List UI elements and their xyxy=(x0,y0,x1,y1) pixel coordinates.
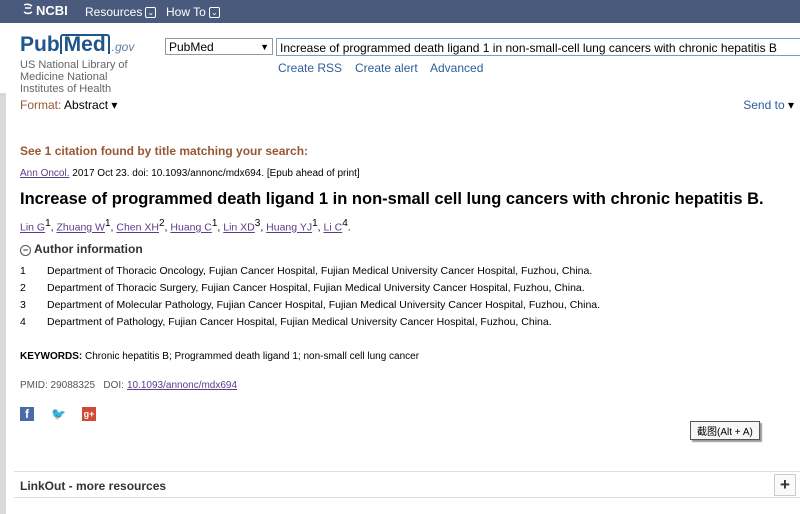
author-affiliation-number: 1 xyxy=(45,218,51,229)
journal-link[interactable]: Ann Oncol. xyxy=(20,168,69,179)
author-link[interactable]: Lin XD xyxy=(223,222,255,234)
author-information-label: Author information xyxy=(34,242,143,256)
author-information-toggle[interactable]: − Author information xyxy=(20,242,143,256)
send-to-label: Send to xyxy=(743,98,785,112)
pubmed-header: Pub Med .gov US National Library of Medici… xyxy=(0,23,800,95)
author-link[interactable]: Lin G xyxy=(20,222,45,234)
author-link[interactable]: Li C xyxy=(324,222,343,234)
linkout-label: LinkOut - more resources xyxy=(20,479,167,493)
create-rss-link[interactable]: Create RSS xyxy=(278,61,342,75)
chevron-down-icon: ⌄ xyxy=(208,7,220,18)
author-link[interactable]: Huang YJ xyxy=(266,222,312,234)
ncbi-home-link[interactable]: NCBI xyxy=(22,3,68,18)
author-affiliation-number: 1 xyxy=(104,218,111,229)
affiliation-number: 1 xyxy=(20,265,26,277)
dropdown-arrow-icon: ▼ xyxy=(260,42,269,52)
chevron-down-icon: ⌄ xyxy=(145,7,157,18)
expand-plus-icon[interactable]: + xyxy=(774,474,796,496)
keywords-label: KEYWORDS: xyxy=(20,351,83,362)
send-to-menu[interactable]: Send to ▾ xyxy=(743,98,794,112)
ncbi-top-bar: NCBI Resources ⌄ How To ⌄ xyxy=(0,0,800,23)
caret-down-icon: ▾ xyxy=(111,98,118,112)
linkout-section[interactable]: LinkOut - more resources + xyxy=(14,471,800,498)
pmid: PMID: 29088325 xyxy=(20,380,96,391)
resources-label: Resources xyxy=(85,5,143,19)
database-select[interactable]: PubMed ▼ xyxy=(165,38,273,55)
resources-menu[interactable]: Resources ⌄ xyxy=(85,5,157,19)
author-affiliation-number: 1 xyxy=(211,218,218,229)
affiliation-text: Department of Molecular Pathology, Fujia… xyxy=(47,299,601,311)
howto-label: How To xyxy=(166,5,206,19)
affiliation-number: 3 xyxy=(20,299,26,311)
affiliation-text: Department of Thoracic Oncology, Fujian … xyxy=(47,265,593,277)
screenshot-tooltip: 截图(Alt + A) xyxy=(690,421,760,440)
logo-pub: Pub xyxy=(20,33,60,56)
format-label: Format: xyxy=(20,98,62,112)
caret-down-icon: ▾ xyxy=(787,98,794,112)
pubmed-logo[interactable]: Pub Med .gov xyxy=(20,33,134,57)
author-affiliation-number: 1 xyxy=(312,218,318,229)
collapse-icon: − xyxy=(20,245,31,256)
identifiers: PMID: 29088325 DOI: 10.1093/annonc/mdx694 xyxy=(20,380,237,391)
affiliation-number: 2 xyxy=(20,282,26,294)
citation-match-heading: See 1 citation found by title matching y… xyxy=(20,144,309,158)
logo-med: Med xyxy=(59,34,110,55)
nlm-text: US National Library of Medicine National… xyxy=(20,59,128,95)
facebook-share-icon[interactable]: f xyxy=(20,407,34,421)
ncbi-logo-icon xyxy=(22,3,36,18)
search-input[interactable]: Increase of programmed death ligand 1 in… xyxy=(276,38,800,56)
affiliation-item: 1 Department of Thoracic Oncology, Fujian… xyxy=(20,265,592,277)
create-alert-link[interactable]: Create alert xyxy=(355,61,418,75)
author-link[interactable]: Zhuang W xyxy=(57,222,105,234)
keywords: KEYWORDS: Chronic hepatitis B; Programme… xyxy=(20,351,419,362)
google-plus-share-icon[interactable]: g+ xyxy=(82,407,96,421)
affiliation-item: 3 Department of Molecular Pathology, Fuji… xyxy=(20,299,600,311)
doi-label: DOI: xyxy=(103,380,124,391)
format-selector[interactable]: Format: Abstract ▾ xyxy=(20,98,117,112)
doi-link[interactable]: 10.1093/annonc/mdx694 xyxy=(127,380,237,391)
citation-details: 2017 Oct 23. doi: 10.1093/annonc/mdx694.… xyxy=(69,168,360,179)
ncbi-label: NCBI xyxy=(36,3,68,18)
affiliation-text: Department of Pathology, Fujian Cancer H… xyxy=(47,316,552,328)
author-link[interactable]: Chen XH xyxy=(116,222,159,234)
affiliation-item: 4 Department of Pathology, Fujian Cancer … xyxy=(20,316,552,328)
author-affiliation-number: 2 xyxy=(158,218,165,229)
author-link[interactable]: Huang C xyxy=(170,222,211,234)
database-select-value: PubMed xyxy=(169,40,214,54)
author-affiliation-number: 4 xyxy=(342,218,348,229)
citation-line: Ann Oncol. 2017 Oct 23. doi: 10.1093/ann… xyxy=(20,168,360,179)
author-affiliation-number: 3 xyxy=(254,218,261,229)
format-value: Abstract xyxy=(64,98,109,112)
affiliation-item: 2 Department of Thoracic Surgery, Fujian … xyxy=(20,282,585,294)
affiliation-text: Department of Thoracic Surgery, Fujian C… xyxy=(47,282,585,294)
advanced-search-link[interactable]: Advanced xyxy=(430,61,483,75)
author-list: Lin G1, Zhuang W1, Chen XH2, Huang C1, L… xyxy=(20,218,351,234)
affiliation-number: 4 xyxy=(20,316,26,328)
twitter-share-icon[interactable]: 🐦 xyxy=(51,407,66,421)
howto-menu[interactable]: How To ⌄ xyxy=(166,5,220,19)
keywords-text: Chronic hepatitis B; Programmed death li… xyxy=(82,351,420,362)
article-title: Increase of programmed death ligand 1 in… xyxy=(20,190,764,208)
logo-gov: .gov xyxy=(111,40,135,54)
